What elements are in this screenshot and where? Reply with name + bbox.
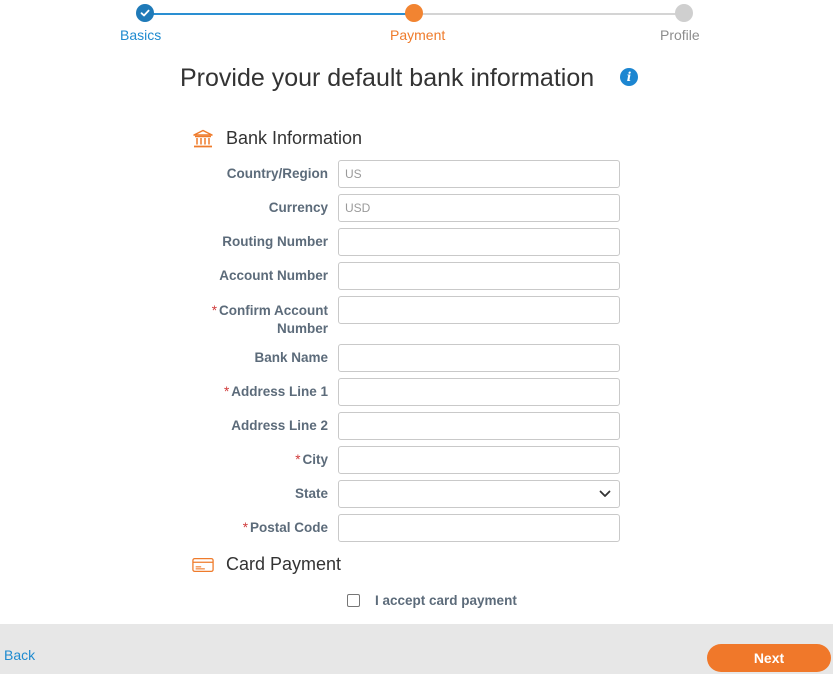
state-row: State: [190, 480, 630, 508]
postal-code-label: * Postal Code: [242, 520, 328, 535]
footer-bar: Back Next: [0, 624, 833, 674]
city-label: * City: [295, 452, 328, 467]
accept-card-payment-checkbox[interactable]: [347, 594, 360, 607]
step-payment-dot: [405, 4, 423, 22]
required-asterisk: *: [223, 384, 230, 399]
card-section-heading: Card Payment: [192, 554, 341, 575]
step-basics-check-icon[interactable]: [136, 4, 154, 22]
address-line-1-input[interactable]: [338, 378, 620, 406]
info-icon[interactable]: i: [620, 68, 638, 86]
state-select[interactable]: [338, 480, 620, 508]
country-region-input[interactable]: [338, 160, 620, 188]
bank-icon: [193, 129, 213, 147]
address-line-2-label: Address Line 2: [231, 418, 328, 433]
city-input[interactable]: [338, 446, 620, 474]
bank-info-page: Basics Payment Profile Provide your defa…: [0, 0, 833, 674]
confirm-account-number-label: * Confirm Account Number: [211, 303, 328, 336]
accept-card-payment-row: I accept card payment: [347, 593, 517, 608]
confirm-account-number-row: * Confirm Account Number: [190, 296, 630, 338]
next-button[interactable]: Next: [707, 644, 831, 672]
account-number-input[interactable]: [338, 262, 620, 290]
required-asterisk: *: [295, 452, 301, 467]
postal-code-row: * Postal Code: [190, 514, 630, 542]
bank-name-label: Bank Name: [254, 350, 328, 365]
bank-section-title: Bank Information: [226, 128, 363, 148]
country-region-row: Country/Region: [190, 160, 630, 188]
accept-card-payment-label[interactable]: I accept card payment: [375, 593, 517, 608]
bank-name-input[interactable]: [338, 344, 620, 372]
step-profile-label: Profile: [660, 27, 700, 43]
address-line-2-input[interactable]: [338, 412, 620, 440]
page-title: Provide your default bank information: [180, 64, 595, 92]
card-section-title: Card Payment: [226, 554, 342, 574]
currency-label: Currency: [268, 200, 328, 215]
state-label: State: [294, 486, 328, 501]
back-link[interactable]: Back: [4, 647, 35, 663]
account-number-label: Account Number: [219, 268, 328, 283]
chevron-down-icon: [599, 490, 611, 497]
address-line-2-row: Address Line 2: [190, 412, 630, 440]
stepper-line-upcoming: [413, 13, 683, 15]
routing-number-label: Routing Number: [222, 234, 328, 249]
address-line-1-row: * Address Line 1: [190, 378, 630, 406]
address-line-1-label: * Address Line 1: [223, 384, 328, 399]
currency-row: Currency: [190, 194, 630, 222]
credit-card-icon: [192, 557, 214, 572]
postal-code-input[interactable]: [338, 514, 620, 542]
routing-number-input[interactable]: [338, 228, 620, 256]
step-payment-label: Payment: [390, 27, 446, 43]
account-number-row: Account Number: [190, 262, 630, 290]
confirm-account-number-input[interactable]: [338, 296, 620, 324]
step-profile-dot: [675, 4, 693, 22]
step-basics-label[interactable]: Basics: [120, 27, 161, 43]
city-row: * City: [190, 446, 630, 474]
stepper-line-complete: [145, 13, 413, 15]
country-region-label: Country/Region: [226, 166, 328, 181]
required-asterisk: *: [211, 303, 217, 318]
bank-section-heading: Bank Information: [192, 128, 362, 149]
required-asterisk: *: [242, 520, 248, 535]
progress-stepper: Basics Payment Profile: [0, 0, 833, 50]
bank-name-row: Bank Name: [190, 344, 630, 372]
currency-input[interactable]: [338, 194, 620, 222]
routing-number-row: Routing Number: [190, 228, 630, 256]
